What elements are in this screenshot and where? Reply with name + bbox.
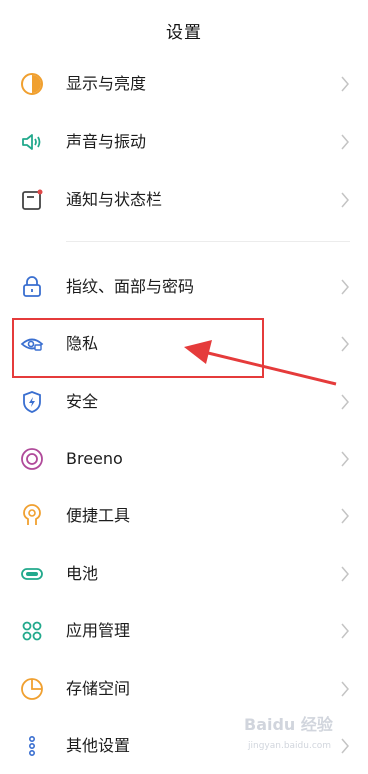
watermark-subtext: jingyan.baidu.com: [247, 741, 331, 751]
settings-item-security[interactable]: 安全: [0, 374, 368, 430]
storage-pie-icon: [20, 677, 44, 701]
chevron-right-icon: [340, 76, 350, 92]
chevron-right-icon: [340, 336, 350, 352]
settings-item-label: 其他设置: [66, 736, 131, 755]
page-title: 设置: [166, 23, 202, 43]
settings-item-breeno[interactable]: Breeno: [0, 431, 368, 487]
settings-item-label: 存储空间: [66, 679, 131, 698]
settings-item-sound-vibration[interactable]: 声音与振动: [0, 114, 368, 170]
chevron-right-icon: [340, 192, 350, 208]
settings-item-fingerprint-face-password[interactable]: 指纹、面部与密码: [0, 259, 368, 315]
chevron-right-icon: [340, 681, 350, 697]
section-divider: [66, 241, 350, 242]
settings-item-label: 指纹、面部与密码: [66, 277, 195, 296]
settings-item-label: 便捷工具: [66, 506, 131, 525]
settings-item-notifications[interactable]: 通知与状态栏: [0, 172, 368, 228]
settings-item-label: 安全: [66, 392, 99, 411]
chevron-right-icon: [340, 451, 350, 467]
chevron-right-icon: [340, 623, 350, 639]
settings-item-label: 显示与亮度: [66, 74, 147, 93]
settings-item-label: 声音与振动: [66, 132, 147, 151]
settings-item-display-brightness[interactable]: 显示与亮度: [0, 56, 368, 112]
more-dots-icon: [20, 734, 44, 758]
annotation-highlight-box: [12, 318, 264, 378]
settings-item-battery[interactable]: 电池: [0, 546, 368, 602]
battery-icon: [20, 562, 44, 586]
lock-icon: [20, 275, 44, 299]
settings-item-label: 应用管理: [66, 621, 131, 640]
speaker-icon: [20, 130, 44, 154]
baidu-watermark: Baidu 经验 jingyan.baidu.com: [240, 706, 360, 756]
settings-item-convenience-tools[interactable]: 便捷工具: [0, 488, 368, 544]
settings-item-label: 电池: [66, 564, 99, 583]
brightness-icon: [20, 72, 44, 96]
breeno-icon: [20, 447, 44, 471]
shield-icon: [20, 390, 44, 414]
notification-icon: [20, 188, 44, 212]
tools-icon: [20, 504, 44, 528]
apps-grid-icon: [20, 619, 44, 643]
chevron-right-icon: [340, 394, 350, 410]
settings-item-label: 通知与状态栏: [66, 190, 163, 209]
chevron-right-icon: [340, 279, 350, 295]
watermark-text: Baidu 经验: [244, 715, 334, 734]
settings-item-app-management[interactable]: 应用管理: [0, 603, 368, 659]
chevron-right-icon: [340, 566, 350, 582]
chevron-right-icon: [340, 508, 350, 524]
settings-item-label: Breeno: [66, 449, 123, 468]
chevron-right-icon: [340, 134, 350, 150]
